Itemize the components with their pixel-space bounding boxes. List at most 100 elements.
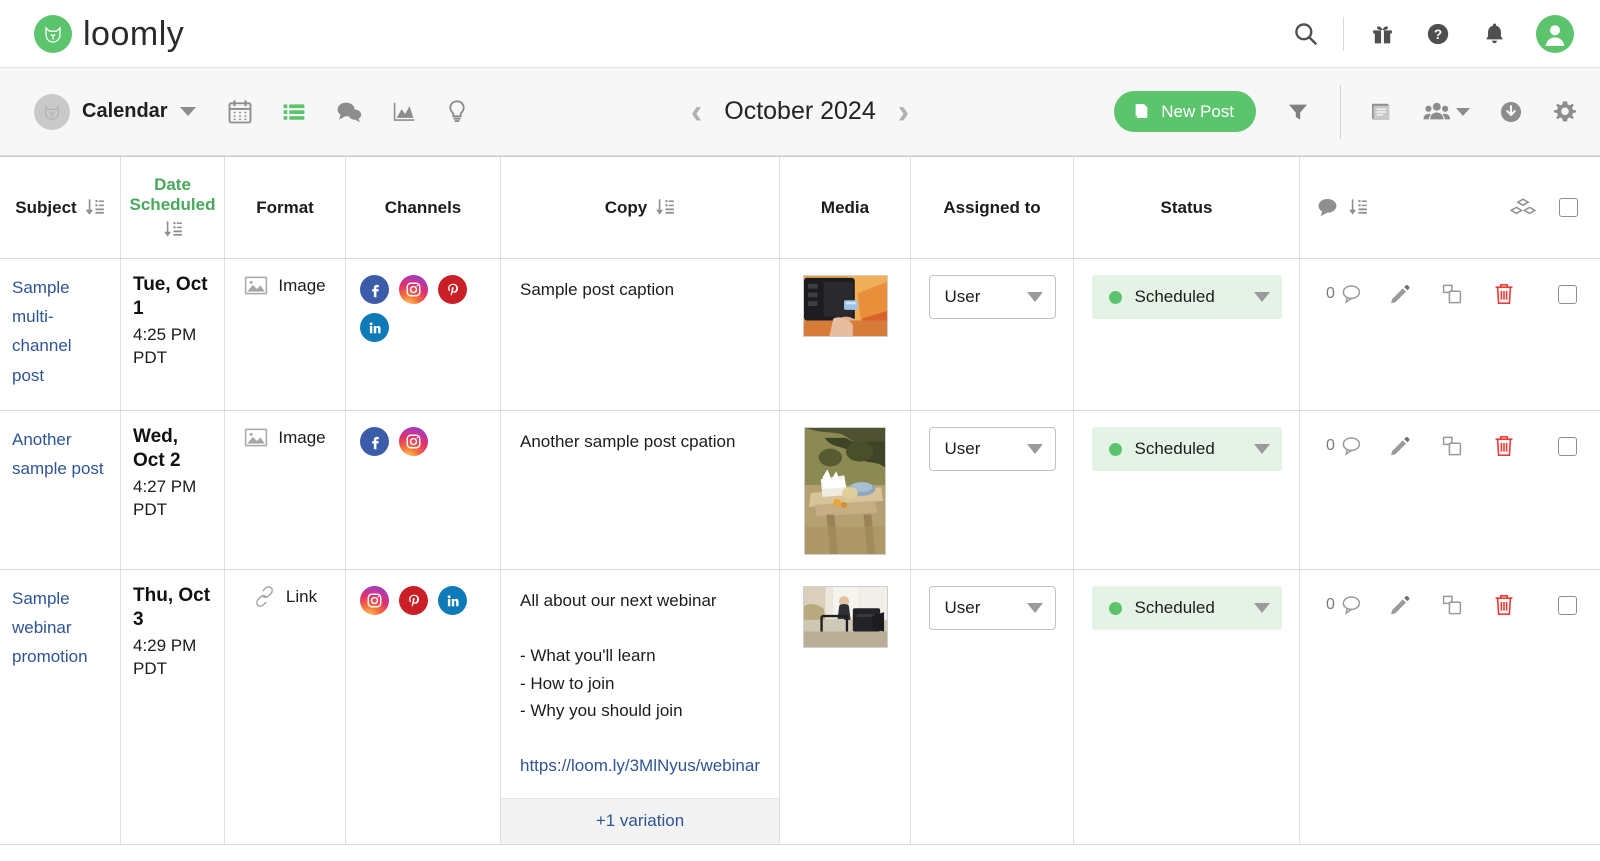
column-header-format: Format [225, 157, 346, 258]
comment-count: 0 [1326, 596, 1335, 613]
cell-subject: Sample webinar promotion [0, 570, 121, 844]
comment-action[interactable]: 0 [1312, 429, 1374, 463]
linkedin-channel-icon[interactable] [438, 586, 467, 615]
chevron-down-icon[interactable] [179, 107, 196, 116]
cell-status: Scheduled [1074, 259, 1300, 410]
sort-icon[interactable] [84, 197, 105, 218]
column-header-copy[interactable]: Copy [501, 157, 780, 258]
edit-pencil-icon[interactable] [1374, 588, 1426, 622]
post-subject-link[interactable]: Another sample post [12, 425, 108, 483]
assigned-to-select[interactable]: User [928, 427, 1056, 471]
post-subject-link[interactable]: Sample webinar promotion [12, 584, 108, 672]
linkedin-channel-icon[interactable] [360, 313, 389, 342]
column-header-assigned-to-label: Assigned to [943, 197, 1041, 217]
sort-icon[interactable] [654, 197, 675, 218]
post-subject-link[interactable]: Sample multi-channel post [12, 273, 108, 390]
media-thumbnail[interactable] [802, 275, 888, 337]
duplicate-icon[interactable] [1426, 277, 1478, 311]
view-switcher [226, 98, 470, 126]
cell-channels [346, 570, 501, 844]
cell-media [780, 411, 911, 569]
edit-pencil-icon[interactable] [1374, 277, 1426, 311]
cell-date-scheduled: Thu, Oct 3 4:29 PM PDT [121, 570, 225, 844]
user-avatar[interactable] [1536, 14, 1574, 53]
duplicate-icon[interactable] [1426, 429, 1478, 463]
variation-toggle[interactable]: +1 variation [501, 798, 779, 844]
cell-subject: Another sample post [0, 411, 121, 569]
post-format-label: Image [278, 275, 326, 295]
instagram-channel-icon[interactable] [399, 275, 428, 304]
cell-status: Scheduled [1074, 570, 1300, 844]
row-select-checkbox[interactable] [1558, 436, 1577, 456]
cell-actions: 0 [1300, 411, 1600, 569]
bulk-actions-icon[interactable] [1509, 196, 1537, 220]
pinterest-channel-icon[interactable] [399, 586, 428, 615]
assigned-to-value: User [944, 598, 981, 617]
calendar-view-icon[interactable] [226, 98, 254, 126]
ideas-view-icon[interactable] [444, 98, 470, 125]
workspace-name[interactable]: Calendar [82, 100, 168, 123]
posts-table: Subject Date Scheduled Format Channels C… [0, 156, 1600, 845]
status-badge[interactable]: Scheduled [1091, 427, 1282, 471]
status-badge[interactable]: Scheduled [1091, 275, 1282, 319]
row-select-checkbox[interactable] [1558, 595, 1577, 615]
column-header-media-label: Media [820, 197, 870, 217]
status-label: Scheduled [1134, 439, 1215, 458]
cell-status: Scheduled [1074, 411, 1300, 569]
post-copy-link[interactable]: https://loom.ly/3MlNyus/webinar [520, 751, 761, 780]
comment-action[interactable]: 0 [1312, 588, 1374, 622]
media-thumbnail[interactable] [802, 586, 888, 648]
select-all-checkbox[interactable] [1559, 198, 1578, 217]
comment-action[interactable]: 0 [1312, 277, 1374, 311]
pinterest-channel-icon[interactable] [438, 275, 467, 304]
audience-icon[interactable] [1422, 99, 1470, 124]
post-date-day: Wed, Oct 2 [133, 426, 181, 471]
assigned-to-select[interactable]: User [928, 275, 1056, 319]
comment-sort-icon[interactable] [1316, 196, 1368, 219]
download-icon[interactable] [1498, 99, 1524, 125]
chevron-down-icon [1253, 603, 1270, 613]
delete-trash-icon[interactable] [1478, 429, 1530, 463]
instagram-channel-icon[interactable] [399, 427, 428, 456]
status-badge[interactable]: Scheduled [1091, 586, 1282, 630]
status-dot-icon [1108, 601, 1122, 615]
duplicate-icon[interactable] [1426, 588, 1478, 622]
link-icon [253, 586, 276, 607]
column-header-media: Media [780, 157, 911, 258]
cell-copy: Another sample post cpation [501, 411, 780, 569]
next-month-button[interactable]: › [898, 95, 909, 129]
row-select-checkbox[interactable] [1558, 284, 1577, 304]
facebook-channel-icon[interactable] [360, 427, 389, 456]
settings-gear-icon[interactable] [1552, 99, 1578, 125]
gift-icon[interactable] [1354, 6, 1410, 62]
comments-view-icon[interactable] [334, 98, 364, 125]
cell-actions: 0 [1300, 259, 1600, 410]
delete-trash-icon[interactable] [1478, 588, 1530, 622]
library-icon[interactable] [1367, 99, 1394, 125]
sort-icon-active[interactable] [162, 219, 183, 240]
column-header-date-scheduled-label: Date Scheduled [129, 175, 216, 214]
column-header-actions [1300, 157, 1600, 258]
cell-subject: Sample multi-channel post [0, 259, 121, 410]
delete-trash-icon[interactable] [1478, 277, 1530, 311]
chevron-down-icon [1253, 292, 1270, 302]
brand-logo[interactable]: loomly [34, 14, 184, 53]
column-header-date-scheduled[interactable]: Date Scheduled [121, 157, 225, 258]
prev-month-button[interactable]: ‹ [691, 95, 702, 129]
analytics-view-icon[interactable] [390, 99, 418, 125]
instagram-channel-icon[interactable] [360, 586, 389, 615]
bell-icon[interactable] [1466, 6, 1522, 62]
list-view-icon[interactable] [280, 99, 308, 125]
facebook-channel-icon[interactable] [360, 275, 389, 304]
comment-count: 0 [1326, 437, 1335, 454]
filter-icon[interactable] [1286, 100, 1310, 124]
cell-date-scheduled: Tue, Oct 1 4:25 PM PDT [121, 259, 225, 410]
column-header-subject[interactable]: Subject [0, 157, 121, 258]
new-post-button[interactable]: New Post [1114, 91, 1256, 132]
search-icon[interactable] [1277, 6, 1333, 62]
assigned-to-select[interactable]: User [928, 586, 1056, 630]
edit-pencil-icon[interactable] [1374, 429, 1426, 463]
post-copy-text: Another sample post cpation [520, 432, 736, 451]
help-icon[interactable]: ? [1410, 6, 1466, 62]
media-thumbnail[interactable] [804, 427, 886, 555]
